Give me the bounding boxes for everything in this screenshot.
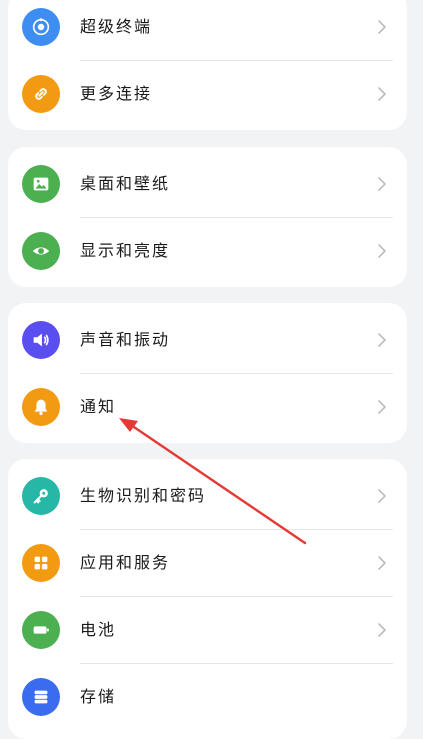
settings-item-display-brightness[interactable]: 显示和亮度 — [8, 218, 407, 284]
settings-item-biometrics-password[interactable]: 生物识别和密码 — [8, 463, 407, 529]
super-device-icon — [22, 8, 60, 46]
chevron-right-icon — [373, 487, 391, 505]
settings-item-more-connections[interactable]: 更多连接 — [8, 61, 407, 127]
settings-item-sound-vibration[interactable]: 声音和振动 — [8, 307, 407, 373]
eye-icon — [22, 232, 60, 270]
chevron-right-icon — [373, 331, 391, 349]
settings-item-battery[interactable]: 电池 — [8, 597, 407, 663]
settings-item-super-device[interactable]: 超级终端 — [8, 0, 407, 60]
key-icon — [22, 477, 60, 515]
chevron-right-icon — [373, 85, 391, 103]
settings-item-label: 应用和服务 — [80, 553, 171, 572]
settings-group-sound-notifications: 声音和振动 通知 — [8, 303, 407, 443]
chevron-right-icon — [373, 621, 391, 639]
chevron-right-icon — [373, 18, 391, 36]
chevron-right-icon — [373, 398, 391, 416]
settings-item-desktop-wallpaper[interactable]: 桌面和壁纸 — [8, 151, 407, 217]
apps-grid-icon — [22, 544, 60, 582]
settings-item-label: 电池 — [80, 620, 117, 639]
settings-item-label: 更多连接 — [80, 84, 153, 103]
settings-item-label: 存储 — [80, 687, 117, 706]
settings-item-notifications[interactable]: 通知 — [8, 374, 407, 440]
settings-item-label: 通知 — [80, 397, 117, 416]
speaker-icon — [22, 321, 60, 359]
settings-group-display: 桌面和壁纸 显示和亮度 — [8, 147, 407, 287]
bell-icon — [22, 388, 60, 426]
settings-item-label: 生物识别和密码 — [80, 486, 207, 505]
settings-group-system: 生物识别和密码 应用和服务 电池 存储 — [8, 459, 407, 739]
settings-group-connectivity: 超级终端 更多连接 — [8, 0, 407, 130]
battery-icon — [22, 611, 60, 649]
settings-item-storage[interactable]: 存储 — [8, 664, 407, 730]
chevron-right-icon — [373, 242, 391, 260]
settings-item-label: 超级终端 — [80, 17, 153, 36]
settings-item-label: 桌面和壁纸 — [80, 174, 171, 193]
wallpaper-icon — [22, 165, 60, 203]
chevron-right-icon — [373, 175, 391, 193]
settings-item-apps-services[interactable]: 应用和服务 — [8, 530, 407, 596]
storage-icon — [22, 678, 60, 716]
settings-item-label: 显示和亮度 — [80, 241, 171, 260]
chevron-right-icon — [373, 554, 391, 572]
link-icon — [22, 75, 60, 113]
settings-item-label: 声音和振动 — [80, 330, 171, 349]
